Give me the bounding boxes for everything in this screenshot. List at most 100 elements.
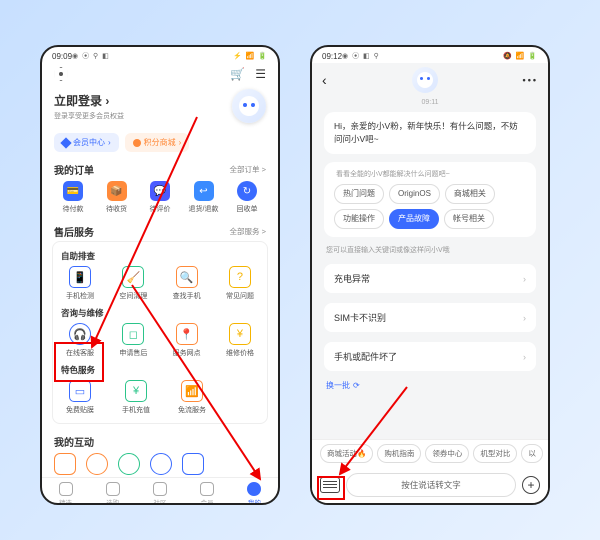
orders-row: 💳待付款 📦待收货 💬待评价 ↩退货/退款 ↻回收单	[42, 179, 278, 220]
recharge-icon: ¥	[125, 380, 147, 402]
sugg-coupon[interactable]: 领券中心	[425, 444, 469, 463]
space-clean[interactable]: 🧹空间清理	[114, 266, 152, 301]
diamond-icon	[60, 137, 71, 148]
settings-icon[interactable]	[54, 67, 68, 81]
faq-broken[interactable]: 手机或配件坏了›	[324, 342, 536, 371]
interact-header: 我的互动	[42, 430, 278, 451]
sugg-more[interactable]: 以	[521, 444, 543, 463]
member-center-pill[interactable]: 会员中心 ›	[54, 133, 119, 152]
chevron-right-icon: ›	[523, 313, 526, 323]
phone-icon: 📱	[69, 266, 91, 288]
interact-item-4[interactable]	[150, 453, 172, 475]
status-bar: 09:12 ◉ ⦿ ◧ ⚲ 🔕 📶 🔋	[312, 47, 548, 63]
login-title: 立即登录	[54, 94, 102, 108]
repair-price[interactable]: ¥维修价格	[221, 323, 259, 358]
more-button[interactable]: •••	[523, 75, 538, 85]
signal-icon: 📶	[181, 380, 203, 402]
online-service[interactable]: 🎧在线客服	[61, 323, 99, 358]
interact-title: 我的互动	[54, 434, 94, 449]
keyboard-icon[interactable]	[320, 477, 340, 493]
order-refund[interactable]: ↩退货/退款	[185, 181, 223, 214]
chevron-right-icon: ›	[179, 138, 182, 147]
orders-title: 我的订单	[54, 162, 94, 177]
back-button[interactable]: ‹	[322, 72, 327, 88]
plus-button[interactable]: +	[522, 476, 540, 494]
status-icons-left: ◉ ⦿ ⚲ ◧	[72, 51, 110, 61]
find-phone[interactable]: 🔍查找手机	[168, 266, 206, 301]
chat-icon: 💬	[150, 181, 170, 201]
faq-charge[interactable]: 充电异常›	[324, 264, 536, 293]
heart-icon	[59, 482, 73, 496]
card-icon: 💳	[63, 181, 83, 201]
user-icon	[247, 482, 261, 496]
nav-community[interactable]: 社区	[153, 482, 167, 505]
aftersale-more[interactable]: 全部服务 >	[230, 226, 266, 237]
aftersale-card: 自助排查 📱手机检测 🧹空间清理 🔍查找手机 ?常见问题 咨询与维修 🎧在线客服…	[52, 241, 268, 424]
nav-featured[interactable]: 精选	[59, 482, 73, 505]
faq-sim[interactable]: SIM卡不识别›	[324, 303, 536, 332]
nav-shop[interactable]: 选购	[106, 482, 120, 505]
phone-check[interactable]: 📱手机检测	[61, 266, 99, 301]
order-recycle[interactable]: ↻回收单	[228, 181, 266, 214]
chevron-right-icon: ›	[105, 94, 109, 108]
login-row[interactable]: 立即登录 › 登录享受更多会员权益	[42, 85, 278, 127]
orders-more[interactable]: 全部订单 >	[230, 164, 266, 175]
chevron-right-icon: ›	[108, 138, 111, 147]
recycle-icon: ↻	[237, 181, 257, 201]
refresh-batch[interactable]: 换一批⟳	[326, 380, 534, 391]
bot-avatar	[412, 67, 438, 93]
sugg-guide[interactable]: 购机指南	[377, 444, 421, 463]
suggestion-row[interactable]: 商城活动🔥 购机指南 领券中心 机型对比 以	[312, 439, 548, 467]
nav-mine[interactable]: 我的	[247, 482, 261, 505]
sugg-compare[interactable]: 机型对比	[473, 444, 517, 463]
order-pending-review[interactable]: 💬待评价	[141, 181, 179, 214]
status-icons-right: ⚡ 📶 🔋	[233, 52, 268, 60]
group-self-title: 自助排查	[53, 248, 267, 264]
film-icon: ▭	[69, 380, 91, 402]
interact-item-5[interactable]	[182, 453, 204, 475]
order-pending-pay[interactable]: 💳待付款	[54, 181, 92, 214]
box-icon: 📦	[107, 181, 127, 201]
interact-item-3[interactable]	[118, 453, 140, 475]
chip-fault[interactable]: 产品故障	[389, 209, 439, 229]
nav-member[interactable]: 会员	[200, 482, 214, 505]
avatar[interactable]	[232, 89, 266, 123]
sugg-activity[interactable]: 商城活动🔥	[320, 444, 373, 463]
group-special-title: 特色服务	[53, 362, 267, 378]
chip-originos[interactable]: OriginOS	[389, 184, 440, 204]
phone-right: 09:12 ◉ ⦿ ◧ ⚲ 🔕 📶 🔋 ‹ ••• 09:11 Hi，亲爱的小V…	[310, 45, 550, 505]
cart-icon[interactable]: 🛒	[230, 67, 245, 81]
header: 🛒 ☰	[42, 63, 278, 85]
chip-hot[interactable]: 热门问题	[334, 184, 384, 204]
chip-account[interactable]: 帐号相关	[444, 209, 494, 229]
bottom-nav: 精选 选购 社区 会员 我的	[42, 477, 278, 505]
interact-item-2[interactable]	[86, 453, 108, 475]
chip-mall[interactable]: 商城相关	[445, 184, 495, 204]
refresh-icon: ⟳	[353, 381, 360, 390]
form-icon: ◻	[122, 323, 144, 345]
apply-aftersale[interactable]: ◻申请售后	[114, 323, 152, 358]
message-icon[interactable]: ☰	[255, 67, 266, 81]
service-points[interactable]: 📍服务网点	[168, 323, 206, 358]
voice-input[interactable]: 按住说话转文字	[346, 473, 516, 497]
interact-item-1[interactable]	[54, 453, 76, 475]
faq[interactable]: ?常见问题	[221, 266, 259, 301]
free-film[interactable]: ▭免费贴膜	[61, 380, 99, 415]
question-icon: ?	[229, 266, 251, 288]
broom-icon: 🧹	[122, 266, 144, 288]
group-consult-title: 咨询与维修	[53, 305, 267, 321]
free-data[interactable]: 📶免流服务	[173, 380, 211, 415]
chip-function[interactable]: 功能操作	[334, 209, 384, 229]
chip-row: 热门问题 OriginOS 商城相关 功能操作 产品故障 帐号相关	[334, 184, 526, 229]
status-icons-right: 🔕 📶 🔋	[503, 52, 538, 60]
points-mall-pill[interactable]: 积分商城 ›	[125, 133, 190, 152]
aftersale-header: 售后服务 全部服务 >	[42, 220, 278, 241]
quick-pills: 会员中心 › 积分商城 ›	[42, 127, 278, 158]
order-pending-receive[interactable]: 📦待收货	[98, 181, 136, 214]
location-icon: 📍	[176, 323, 198, 345]
status-icons-left: ◉ ⦿ ◧ ⚲	[342, 51, 380, 61]
bag-icon	[106, 482, 120, 496]
phone-recharge[interactable]: ¥手机充值	[117, 380, 155, 415]
chevron-right-icon: ›	[523, 352, 526, 362]
status-bar: 09:09 ◉ ⦿ ⚲ ◧ ⚡ 📶 🔋	[42, 47, 278, 63]
